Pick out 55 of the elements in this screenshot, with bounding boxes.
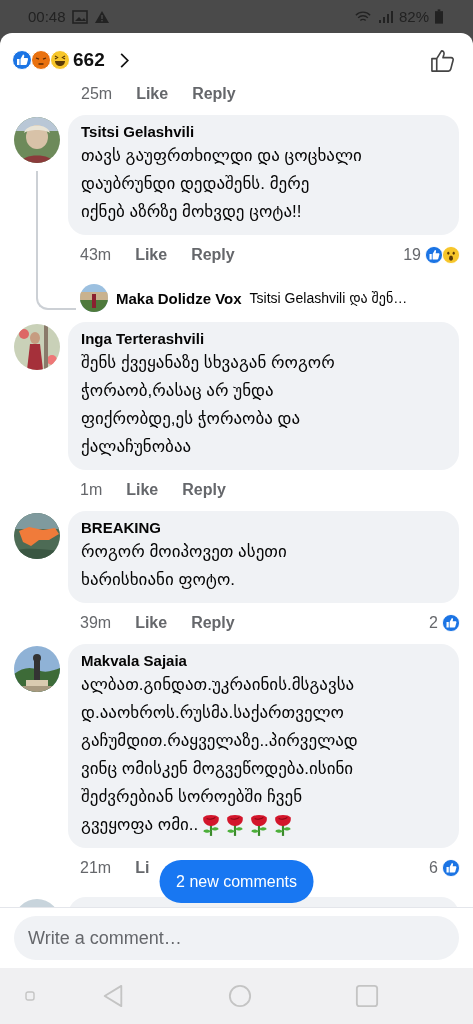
signal-icon [376,9,393,24]
reaction-count[interactable]: 6 [429,859,438,877]
like-link[interactable]: Li [135,859,150,877]
reaction-count[interactable]: 662 [73,49,105,71]
battery-icon [435,9,443,24]
comment-time: 21m [80,859,112,877]
comment-text: გვეყოფა ომი.. [81,814,199,836]
like-reaction-icon [12,50,32,70]
comment-text: თავს გაუფრთხილდი და ცოცხალი [81,145,362,167]
comment-text: ალბათ.გინდათ.უკრაინის.მსგავსა [81,674,355,696]
reaction-count[interactable]: 19 [403,246,421,264]
comment-text: ფიქრობდე,ეს ჭორაობა და [81,408,301,430]
comment-input-field[interactable]: Write a comment… [14,916,459,960]
reply-author[interactable]: Maka Dolidze Vox [116,289,242,307]
image-icon [71,9,88,24]
comment-text: იქნებ აზრზე მოხვდე ცოტა!! [81,201,302,223]
comment-text: ვინც ომისკენ მოგვეწოდება.ისინი [81,758,354,780]
comment-time: 25m [81,87,113,103]
author-name[interactable]: Tsitsi Gelashvili [81,123,449,140]
reply-link[interactable]: Reply [191,614,235,632]
author-name[interactable]: BREAKING [81,519,449,536]
wow-reaction-icon [442,246,460,264]
author-name[interactable]: Inga Terterashvili [81,330,449,347]
comment-text: ჭორაობ,რასაც არ უნდა [81,380,274,402]
author-name[interactable]: Makvala Sajaia [81,652,449,669]
comment-text: შეძვრებიან სოროებში ჩვენ [81,786,303,808]
like-link[interactable]: Like [136,87,169,103]
chevron-right-icon[interactable] [118,51,129,69]
like-link[interactable]: Like [126,481,159,499]
comment-time: 43m [80,246,112,264]
like-icon[interactable] [430,47,455,73]
like-reaction-icon [442,859,460,877]
like-link[interactable]: Like [135,614,168,632]
like-reaction-icon [442,614,460,632]
comment-text: როგორ მოიპოვეთ ასეთი [81,541,287,563]
comment-text: დ.ააოხროს.რუსმა.საქართველო [81,702,344,724]
comment-text: დაუბრუნდი დედაშენს. მერე [81,173,310,195]
reply-link[interactable]: Reply [192,87,236,103]
comment-time: 1m [80,481,103,499]
like-reaction-icon [425,246,443,264]
new-comments-button[interactable]: 2 new comments [159,860,314,903]
comment-text: გაჩუმდით.რაყველაზე..პირველად [81,730,358,752]
comment-text: ქალაჩუნობაა [81,436,192,458]
comment-time: 39m [80,614,112,632]
haha-reaction-icon [50,50,70,70]
reply-link[interactable]: Reply [182,481,226,499]
angry-reaction-icon [31,50,51,70]
like-link[interactable]: Like [135,246,168,264]
wifi-icon [354,9,371,24]
comment-text: შენს ქვეყანაზე სხვაგან როგორ [81,352,335,374]
reply-link[interactable]: Reply [191,246,235,264]
reply-text[interactable]: Tsitsi Gelashvili და შენ… [249,290,408,306]
reaction-count[interactable]: 2 [429,614,438,632]
warning-icon [93,9,110,24]
comment-text: ხარისხიანი ფოტო. [81,569,236,591]
